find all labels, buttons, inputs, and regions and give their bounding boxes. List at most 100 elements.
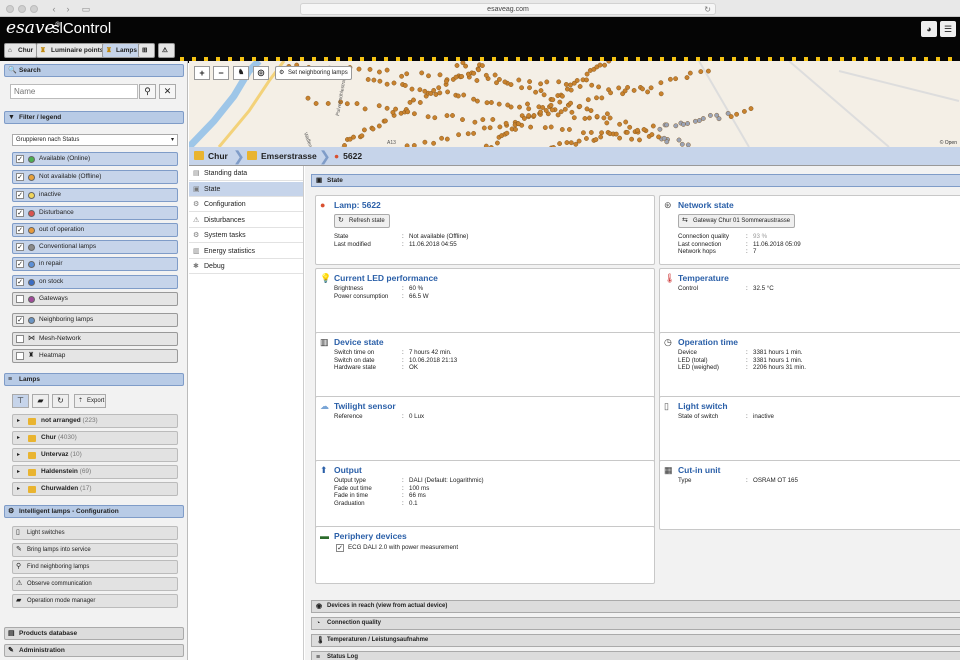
- state-section-header[interactable]: ▣ State: [311, 174, 960, 187]
- lamp-marker[interactable]: [538, 109, 543, 115]
- lamp-marker[interactable]: [606, 61, 612, 64]
- lamp-marker[interactable]: [417, 100, 423, 105]
- lamp-marker[interactable]: [465, 131, 471, 137]
- expand-icon[interactable]: ▸: [17, 449, 20, 461]
- lamp-marker[interactable]: [370, 126, 376, 132]
- locate-icon[interactable]: ◎: [253, 66, 269, 80]
- lamp-marker[interactable]: [676, 137, 682, 143]
- lamp-marker[interactable]: [436, 85, 442, 91]
- lamp-marker[interactable]: [599, 130, 604, 136]
- lamp-marker[interactable]: [521, 116, 527, 121]
- lamp-marker[interactable]: [426, 73, 431, 79]
- lamp-marker[interactable]: [608, 90, 613, 96]
- lamp-marker[interactable]: [594, 95, 599, 101]
- lamp-marker[interactable]: [538, 81, 543, 87]
- lamp-marker[interactable]: [549, 107, 555, 113]
- map-view[interactable]: Waffenplatzstr. Pulvermühlestrasse A13 +…: [189, 61, 960, 147]
- lamp-marker[interactable]: [586, 115, 592, 121]
- lamp-marker[interactable]: [384, 67, 390, 73]
- collapsed-section[interactable]: 🌡 Temperaturen / Leistungsaufnahme: [311, 634, 960, 647]
- lamp-marker[interactable]: [480, 117, 486, 122]
- lamp-marker[interactable]: [685, 121, 690, 126]
- lamp-marker[interactable]: [580, 130, 586, 136]
- lamp-marker[interactable]: [531, 113, 537, 118]
- checkbox[interactable]: [16, 335, 24, 343]
- lamp-marker[interactable]: [494, 140, 500, 146]
- expand-icon[interactable]: ▸: [17, 483, 20, 495]
- collapsed-section[interactable]: ◔ Connection quality: [311, 617, 960, 630]
- legend-item-heatmap[interactable]: ♜ Heatmap: [12, 349, 178, 363]
- lamp-marker[interactable]: [474, 98, 480, 104]
- folder-view-button[interactable]: ▰: [32, 394, 49, 408]
- lamp-marker[interactable]: [454, 63, 460, 68]
- lamp-marker[interactable]: [564, 140, 570, 146]
- gateway-button[interactable]: ⇆ Gateway Chur 01 Sommeraustrasse: [678, 214, 796, 228]
- lamp-marker[interactable]: [617, 135, 622, 141]
- lamp-marker[interactable]: [629, 136, 634, 142]
- lamp-marker[interactable]: [492, 72, 498, 78]
- checkbox[interactable]: ✓: [16, 260, 24, 268]
- lamp-marker[interactable]: [453, 74, 459, 80]
- config-item-bring-lamps-into-service[interactable]: ✎ Bring lamps into service: [12, 543, 178, 557]
- lamp-marker[interactable]: [513, 127, 518, 132]
- periphery-checkbox[interactable]: ✓: [336, 544, 344, 552]
- lamp-marker[interactable]: [563, 81, 569, 87]
- group-by-select[interactable]: Gruppieren nach Status ▾: [12, 134, 178, 146]
- checkbox[interactable]: ✓: [16, 155, 24, 163]
- lamp-marker[interactable]: [437, 90, 443, 96]
- lamp-marker[interactable]: [602, 62, 607, 68]
- lamp-marker[interactable]: [584, 106, 590, 112]
- filter-section-header[interactable]: ▼ Filter / legend: [4, 111, 184, 124]
- lamp-marker[interactable]: [574, 78, 580, 83]
- lamp-marker[interactable]: [444, 113, 450, 118]
- checkbox[interactable]: ✓: [16, 243, 24, 251]
- lamp-marker[interactable]: [624, 130, 630, 135]
- lamp-marker[interactable]: [680, 122, 686, 127]
- lamp-marker[interactable]: [556, 79, 562, 85]
- lamp-marker[interactable]: [481, 125, 487, 131]
- lamp-marker[interactable]: [391, 80, 397, 86]
- lamp-marker[interactable]: [692, 118, 698, 124]
- lamp-marker[interactable]: [542, 125, 548, 131]
- lamp-marker[interactable]: [617, 121, 622, 127]
- lamp-marker[interactable]: [422, 139, 428, 145]
- lamp-marker[interactable]: [635, 127, 640, 133]
- lamp-marker[interactable]: [384, 81, 390, 87]
- back-icon[interactable]: ‹: [48, 4, 60, 14]
- lamp-marker[interactable]: [588, 130, 594, 135]
- lamp-marker[interactable]: [362, 106, 368, 112]
- lamp-marker[interactable]: [582, 116, 588, 121]
- lamp-marker[interactable]: [474, 78, 480, 83]
- lamp-marker[interactable]: [444, 136, 450, 142]
- lamp-marker[interactable]: [593, 137, 599, 143]
- lamp-marker[interactable]: [525, 101, 530, 107]
- sidebar-toggle-icon[interactable]: ▭: [80, 4, 92, 14]
- nav-item-disturbances[interactable]: ⚠ Disturbances: [189, 213, 303, 228]
- nav-item-debug[interactable]: ✱ Debug: [189, 259, 303, 274]
- lamp-marker[interactable]: [497, 124, 503, 130]
- lamp-marker[interactable]: [503, 120, 509, 126]
- lamp-marker[interactable]: [431, 87, 437, 93]
- lamp-marker[interactable]: [483, 72, 489, 78]
- tree-item-not-arranged[interactable]: ▸ not arranged (223): [12, 414, 178, 428]
- lamp-marker[interactable]: [461, 92, 467, 98]
- nav-item-state[interactable]: ▣ State: [189, 181, 303, 197]
- lamp-marker[interactable]: [562, 106, 568, 112]
- lamp-marker[interactable]: [463, 63, 468, 69]
- lamp-marker[interactable]: [517, 104, 522, 110]
- set-neighboring-lamps-button[interactable]: ⚙ Set neighboring lamps: [275, 66, 352, 80]
- legend-item-out-of-operation[interactable]: ✓ out of operation: [12, 223, 178, 237]
- lamp-marker[interactable]: [419, 70, 425, 76]
- lamp-marker[interactable]: [490, 117, 496, 122]
- nav-item-configuration[interactable]: ⚙ Configuration: [189, 197, 303, 212]
- products-database-header[interactable]: ▤ Products database: [4, 627, 184, 640]
- lamp-marker[interactable]: [526, 106, 532, 112]
- lamp-marker[interactable]: [623, 119, 629, 125]
- expand-icon[interactable]: ▸: [17, 466, 20, 478]
- lamp-marker[interactable]: [548, 124, 554, 130]
- legend-item-neighboring-lamps[interactable]: ✓ Neighboring lamps: [12, 313, 178, 327]
- checkbox[interactable]: [16, 295, 24, 303]
- lamp-marker[interactable]: [550, 97, 556, 103]
- lamp-marker[interactable]: [351, 134, 356, 140]
- lamp-marker[interactable]: [604, 111, 610, 117]
